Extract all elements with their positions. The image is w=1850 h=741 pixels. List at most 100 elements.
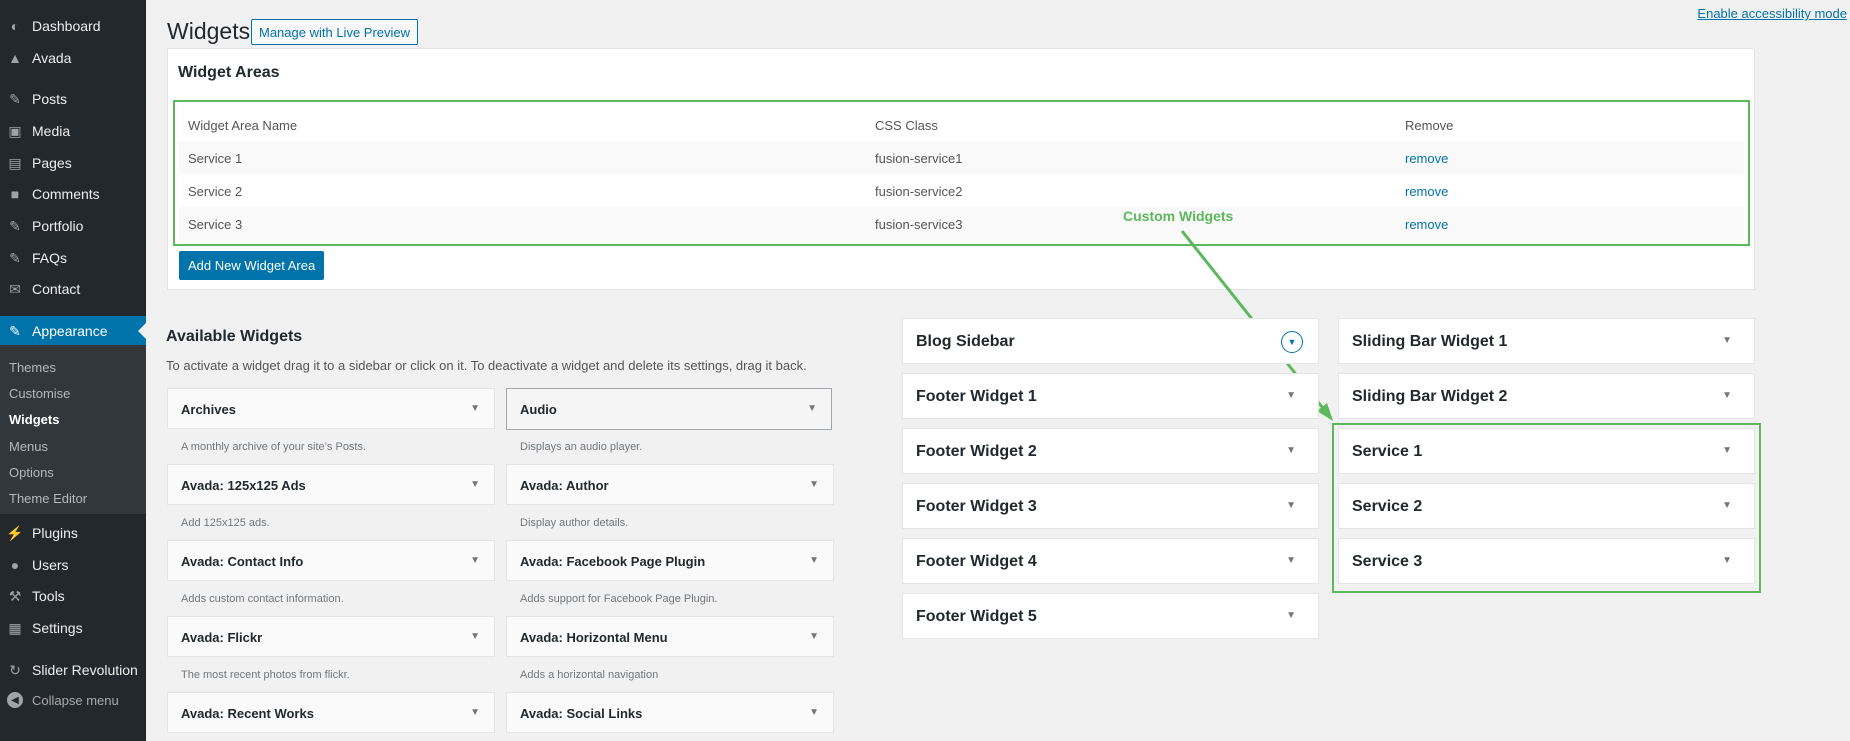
sidebar-title: Footer Widget 5 — [916, 608, 1037, 625]
widget-avada-125x125-ads[interactable]: Avada: 125x125 Ads ▼ — [167, 464, 495, 505]
widget-description: A monthly archive of your site’s Posts. — [181, 441, 367, 453]
refresh-icon: ↻ — [9, 661, 21, 678]
submenu-options[interactable]: Options — [9, 465, 54, 480]
sidebar-sliding-bar-widget-1[interactable]: Sliding Bar Widget 1 ▼ — [1338, 318, 1755, 364]
dropdown-arrow-icon[interactable]: ▼ — [1286, 610, 1296, 621]
widget-title: Avada: Social Links — [520, 706, 643, 721]
sidebar-footer-widget-3[interactable]: Footer Widget 3 ▼ — [902, 483, 1319, 529]
pin-icon: ✎ — [9, 217, 21, 234]
dropdown-arrow-icon[interactable]: ▼ — [470, 555, 480, 566]
menu-media[interactable]: ▣ Media — [0, 116, 146, 146]
menu-pages[interactable]: ▤ Pages — [0, 148, 146, 178]
collapse-menu-button[interactable]: ◀ Collapse menu — [0, 687, 146, 713]
appearance-submenu: Themes Customise Widgets Menus Options T… — [0, 345, 146, 514]
menu-comments[interactable]: ■ Comments — [0, 179, 146, 209]
sidebar-sliding-bar-widget-2[interactable]: Sliding Bar Widget 2 ▼ — [1338, 373, 1755, 419]
dashboard-icon: ◐ — [10, 18, 20, 34]
widget-avada-recent-works[interactable]: Avada: Recent Works ▼ — [167, 692, 495, 733]
menu-settings[interactable]: ▦ Settings — [0, 613, 146, 643]
media-icon: ▣ — [8, 122, 22, 139]
widget-avada-social-links[interactable]: Avada: Social Links ▼ — [506, 692, 834, 733]
menu-label: Posts — [32, 91, 68, 107]
menu-avada[interactable]: ▲ Avada — [0, 43, 146, 73]
menu-label: Contact — [32, 281, 81, 297]
widget-avada-facebook-page-plugin[interactable]: Avada: Facebook Page Plugin ▼ — [506, 540, 834, 581]
annotation-box-areas — [173, 100, 1750, 246]
menu-label: Dashboard — [32, 18, 101, 34]
sidebar-service-3[interactable]: Service 3 ▼ — [1338, 538, 1755, 584]
dropdown-arrow-icon[interactable]: ▼ — [470, 479, 480, 490]
add-widget-area-button[interactable]: Add New Widget Area — [179, 251, 325, 280]
comment-icon: ■ — [10, 186, 20, 202]
collapse-icon: ◀ — [7, 692, 23, 708]
sidebar-service-1[interactable]: Service 1 ▼ — [1338, 428, 1755, 474]
available-widgets-description: To activate a widget drag it to a sideba… — [166, 358, 807, 373]
dropdown-arrow-icon[interactable]: ▼ — [809, 707, 819, 718]
menu-portfolio[interactable]: ✎ Portfolio — [0, 211, 146, 241]
sidebar-footer-widget-5[interactable]: Footer Widget 5 ▼ — [902, 593, 1319, 639]
widget-title: Avada: Flickr — [181, 630, 263, 645]
toggle-arrow-icon[interactable]: ▼ — [1281, 331, 1303, 353]
dropdown-arrow-icon[interactable]: ▼ — [470, 707, 480, 718]
menu-faqs[interactable]: ✎ FAQs — [0, 243, 146, 273]
dropdown-arrow-icon[interactable]: ▼ — [1722, 445, 1732, 456]
submenu-themes[interactable]: Themes — [9, 360, 56, 375]
sidebar-footer-widget-2[interactable]: Footer Widget 2 ▼ — [902, 428, 1319, 474]
dropdown-arrow-icon[interactable]: ▼ — [1286, 445, 1296, 456]
menu-label: Tools — [32, 588, 65, 604]
dropdown-arrow-icon[interactable]: ▼ — [1286, 390, 1296, 401]
available-widgets-title: Available Widgets — [166, 328, 303, 345]
brush-icon: ✎ — [9, 322, 21, 339]
menu-users[interactable]: ● Users — [0, 550, 146, 580]
collapse-label: Collapse menu — [32, 692, 119, 708]
sidebar-service-2[interactable]: Service 2 ▼ — [1338, 483, 1755, 529]
menu-contact[interactable]: ✉ Contact — [0, 274, 146, 304]
pin-icon: ✎ — [9, 90, 21, 107]
submenu-menus[interactable]: Menus — [9, 439, 48, 454]
widget-description: Adds a horizontal navigation — [520, 669, 659, 681]
menu-plugins[interactable]: ⚡ Plugins — [0, 518, 146, 548]
widget-avada-author[interactable]: Avada: Author ▼ — [506, 464, 834, 505]
menu-label: Media — [32, 123, 71, 139]
dropdown-arrow-icon[interactable]: ▼ — [1286, 500, 1296, 511]
dropdown-arrow-icon[interactable]: ▼ — [1722, 555, 1732, 566]
widget-audio[interactable]: Audio ▼ — [506, 388, 832, 430]
menu-label: FAQs — [32, 250, 68, 266]
dropdown-arrow-icon[interactable]: ▼ — [1722, 335, 1732, 346]
sidebar-title: Sliding Bar Widget 1 — [1352, 333, 1508, 350]
dropdown-arrow-icon[interactable]: ▼ — [470, 631, 480, 642]
widget-archives[interactable]: Archives ▼ — [167, 388, 495, 429]
widget-avada-contact-info[interactable]: Avada: Contact Info ▼ — [167, 540, 495, 581]
menu-posts[interactable]: ✎ Posts — [0, 84, 146, 114]
wrench-icon: ⚒ — [8, 587, 22, 604]
sidebar-title: Footer Widget 1 — [916, 388, 1037, 405]
menu-slider-revolution[interactable]: ↻ Slider Revolution — [0, 655, 146, 685]
widget-avada-horizontal-menu[interactable]: Avada: Horizontal Menu ▼ — [506, 616, 834, 657]
page-title: Widgets — [167, 18, 251, 44]
dropdown-arrow-icon[interactable]: ▼ — [809, 555, 819, 566]
user-icon: ● — [10, 557, 20, 573]
widget-avada-flickr[interactable]: Avada: Flickr ▼ — [167, 616, 495, 657]
submenu-theme-editor[interactable]: Theme Editor — [9, 491, 87, 506]
dropdown-arrow-icon[interactable]: ▼ — [809, 479, 819, 490]
dropdown-arrow-icon[interactable]: ▼ — [1722, 390, 1732, 401]
dropdown-arrow-icon[interactable]: ▼ — [807, 403, 817, 414]
sidebar-footer-widget-1[interactable]: Footer Widget 1 ▼ — [902, 373, 1319, 419]
menu-appearance[interactable]: ✎ Appearance — [0, 316, 146, 346]
dropdown-arrow-icon[interactable]: ▼ — [1286, 555, 1296, 566]
dropdown-arrow-icon[interactable]: ▼ — [809, 631, 819, 642]
manage-live-preview-button[interactable]: Manage with Live Preview — [251, 19, 419, 45]
submenu-widgets[interactable]: Widgets — [9, 412, 59, 427]
accessibility-mode-link[interactable]: Enable accessibility mode — [1697, 6, 1847, 21]
widget-description: Display author details. — [520, 517, 629, 529]
sidebar-footer-widget-4[interactable]: Footer Widget 4 ▼ — [902, 538, 1319, 584]
menu-label: Plugins — [32, 525, 78, 541]
widget-title: Avada: Author — [520, 478, 609, 493]
dropdown-arrow-icon[interactable]: ▼ — [1722, 500, 1732, 511]
sidebar-blog-sidebar[interactable]: Blog Sidebar ▼ — [902, 318, 1319, 364]
page-icon: ▤ — [8, 154, 22, 171]
submenu-customise[interactable]: Customise — [9, 386, 70, 401]
menu-tools[interactable]: ⚒ Tools — [0, 581, 146, 611]
dropdown-arrow-icon[interactable]: ▼ — [470, 403, 480, 414]
menu-dashboard[interactable]: ◐ Dashboard — [0, 11, 146, 41]
